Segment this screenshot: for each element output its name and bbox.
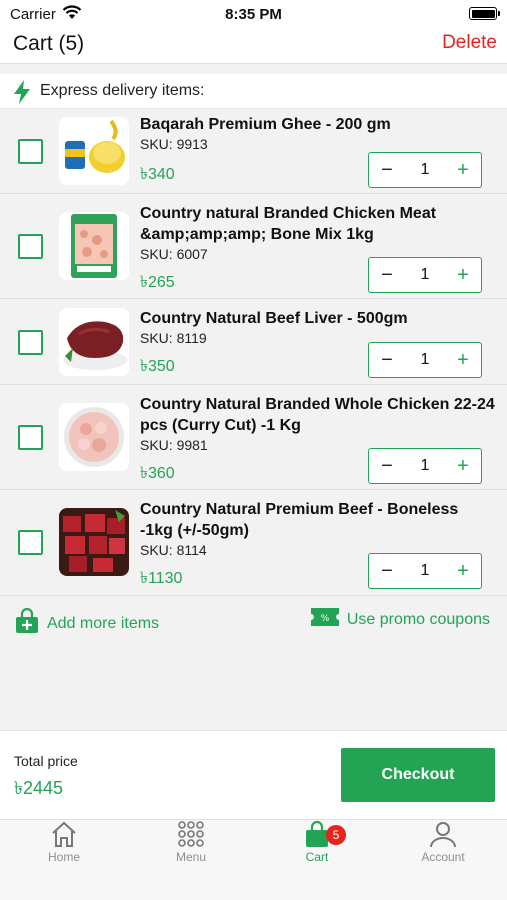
- quantity-stepper: − 1 +: [368, 257, 482, 293]
- cart-count-badge: 5: [326, 825, 346, 845]
- svg-text:%: %: [321, 614, 330, 624]
- tab-menu[interactable]: Menu: [128, 820, 254, 870]
- cart-item: Country Natural Branded Whole Chicken 22…: [0, 385, 507, 490]
- lightning-bolt-icon: [13, 80, 31, 109]
- grid-icon: [177, 820, 205, 850]
- item-sku: SKU: 6007: [140, 246, 208, 262]
- product-image-ghee: [59, 117, 129, 185]
- tab-bar: Home Menu 5 Cart Account: [0, 819, 507, 900]
- add-more-items-label: Add more items: [47, 614, 160, 632]
- increment-button[interactable]: +: [445, 259, 481, 291]
- product-image-whole-chicken: [59, 403, 129, 471]
- item-name: Country Natural Premium Beef - Boneless …: [140, 501, 459, 539]
- quantity-stepper: − 1 +: [368, 553, 482, 589]
- tab-cart-label: Cart: [305, 850, 329, 864]
- nav-bar: Cart (5) Delete: [0, 28, 507, 64]
- item-price: ৳350: [140, 358, 175, 375]
- quantity-stepper: − 1 +: [368, 448, 482, 484]
- total-price-label: Total price: [14, 753, 78, 769]
- item-name: Country Natural Beef Liver - 500gm: [140, 310, 408, 327]
- promo-coupons-label: Use promo coupons: [346, 610, 490, 628]
- cart-items-list: Baqarah Premium Ghee - 200 gm SKU: 9913 …: [0, 110, 507, 596]
- cart-item: Country natural Branded Chicken Meat &am…: [0, 194, 507, 299]
- status-bar: Carrier 8:35 PM: [0, 0, 507, 28]
- product-image-beef-boneless: [59, 508, 129, 576]
- increment-button[interactable]: +: [445, 154, 481, 186]
- express-delivery-header: Express delivery items:: [0, 74, 507, 109]
- item-name: Country Natural Branded Whole Chicken 22…: [140, 396, 495, 434]
- decrement-button[interactable]: −: [369, 344, 405, 376]
- quantity-value: 1: [420, 161, 430, 178]
- tab-home-label: Home: [47, 850, 80, 864]
- decrement-button[interactable]: −: [369, 259, 405, 291]
- tab-cart[interactable]: 5 Cart: [254, 820, 380, 870]
- cart-item: Country Natural Premium Beef - Boneless …: [0, 490, 507, 596]
- cart-actions: Add more items % Use promo coupons: [0, 606, 507, 646]
- item-sku: SKU: 8114: [140, 542, 207, 558]
- item-sku: SKU: 9913: [140, 136, 208, 152]
- item-name: Country natural Branded Chicken Meat &am…: [140, 205, 437, 243]
- tab-menu-label: Menu: [175, 850, 207, 864]
- tab-home[interactable]: Home: [1, 820, 127, 870]
- product-image-chicken-bone-mix: [59, 212, 129, 280]
- decrement-button[interactable]: −: [369, 555, 405, 587]
- total-price-value: ৳2445: [14, 778, 64, 798]
- item-price: ৳360: [140, 465, 175, 482]
- checkout-footer: Total price ৳2445 Checkout: [0, 730, 507, 819]
- item-price: ৳265: [140, 274, 175, 291]
- clock: 8:35 PM: [225, 6, 282, 23]
- express-delivery-label: Express delivery items:: [40, 82, 205, 99]
- battery-icon: [469, 7, 500, 20]
- add-more-items-button[interactable]: Add more items: [15, 607, 160, 639]
- quantity-stepper: − 1 +: [368, 342, 482, 378]
- item-name: Baqarah Premium Ghee - 200 gm: [140, 116, 391, 133]
- increment-button[interactable]: +: [445, 344, 481, 376]
- quantity-stepper: − 1 +: [368, 152, 482, 188]
- cart-item: Country Natural Beef Liver - 500gm SKU: …: [0, 299, 507, 385]
- item-checkbox[interactable]: [18, 530, 43, 555]
- item-sku: SKU: 9981: [140, 437, 208, 453]
- delete-button[interactable]: Delete: [442, 32, 497, 54]
- cart-item: Baqarah Premium Ghee - 200 gm SKU: 9913 …: [0, 110, 507, 194]
- quantity-value: 1: [420, 457, 430, 474]
- shopping-bag-plus-icon: [15, 607, 39, 639]
- item-checkbox[interactable]: [18, 139, 43, 164]
- increment-button[interactable]: +: [445, 450, 481, 482]
- increment-button[interactable]: +: [445, 555, 481, 587]
- item-checkbox[interactable]: [18, 234, 43, 259]
- promo-coupons-button[interactable]: % Use promo coupons: [310, 608, 490, 631]
- quantity-value: 1: [420, 266, 430, 283]
- tab-account[interactable]: Account: [380, 820, 506, 870]
- person-icon: [429, 820, 457, 850]
- item-price: ৳340: [140, 166, 175, 183]
- item-checkbox[interactable]: [18, 425, 43, 450]
- tab-account-label: Account: [421, 850, 465, 864]
- item-price: ৳1130: [140, 570, 183, 587]
- coupon-icon: %: [310, 608, 339, 631]
- decrement-button[interactable]: −: [369, 154, 405, 186]
- item-checkbox[interactable]: [18, 330, 43, 355]
- checkout-button[interactable]: Checkout: [341, 748, 495, 802]
- quantity-value: 1: [420, 562, 430, 579]
- item-sku: SKU: 8119: [140, 330, 207, 346]
- decrement-button[interactable]: −: [369, 450, 405, 482]
- quantity-value: 1: [420, 351, 430, 368]
- product-image-beef-liver: [59, 308, 129, 376]
- home-icon: [50, 820, 78, 850]
- page-title: Cart (5): [13, 32, 85, 55]
